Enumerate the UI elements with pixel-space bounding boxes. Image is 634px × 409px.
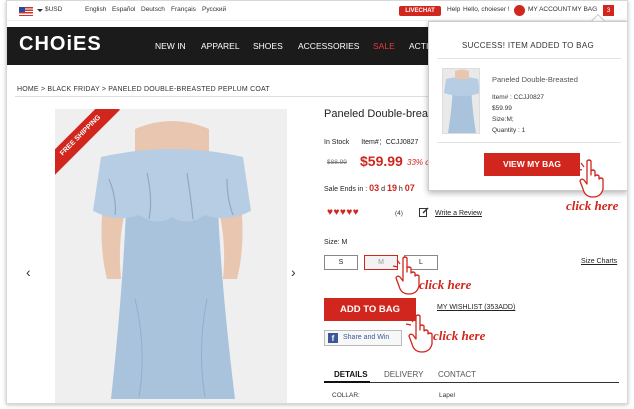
nav-new-in[interactable]: NEW IN bbox=[155, 41, 186, 51]
help-link[interactable]: Help bbox=[447, 6, 460, 13]
product-tabs: DETAILS DELIVERY CONTACT bbox=[324, 367, 619, 383]
rating-hearts: ♥♥♥♥♥ bbox=[327, 207, 360, 218]
click-here-label: click here bbox=[419, 277, 472, 292]
active-tab-indicator bbox=[324, 381, 370, 383]
discount-label: 33% o bbox=[407, 158, 430, 167]
stock-status: In Stock Item#：CCJJ0827 bbox=[324, 137, 418, 147]
tab-details[interactable]: DETAILS bbox=[334, 370, 368, 379]
share-label: Share and Win bbox=[343, 334, 390, 341]
sale-ends-label: Sale Ends in : bbox=[324, 186, 368, 193]
lang-russian[interactable]: Русский bbox=[202, 6, 226, 13]
livechat-button[interactable]: LIVECHAT bbox=[399, 6, 441, 16]
lang-deutsch[interactable]: Deutsch bbox=[141, 6, 165, 13]
wishlist-link[interactable]: MY WISHLIST (353ADD) bbox=[437, 304, 515, 311]
tab-contact[interactable]: CONTACT bbox=[438, 370, 476, 379]
my-bag-link[interactable]: MY BAG bbox=[572, 6, 597, 13]
currency-selector[interactable]: $USD bbox=[45, 6, 62, 13]
share-button[interactable]: f Share and Win bbox=[324, 330, 402, 346]
divider bbox=[15, 96, 445, 97]
chevron-right-icon[interactable]: › bbox=[291, 264, 296, 280]
divider bbox=[437, 142, 621, 143]
detail-value: Lapel bbox=[439, 392, 455, 399]
popup-product-thumbnail[interactable] bbox=[442, 68, 480, 134]
my-account-link[interactable]: MY ACCOUNT bbox=[528, 6, 571, 13]
countdown-days: 03 bbox=[369, 183, 380, 193]
hand-pointer-icon bbox=[576, 159, 604, 198]
edit-icon[interactable] bbox=[419, 207, 429, 217]
divider bbox=[437, 58, 621, 59]
nav-sale[interactable]: SALE bbox=[373, 41, 395, 51]
view-my-bag-button[interactable]: VIEW MY BAG bbox=[484, 153, 580, 176]
choies-logo[interactable]: CHOiES bbox=[19, 33, 102, 56]
product-image[interactable]: FREE SHIPPING bbox=[55, 109, 287, 403]
popup-quantity: Quantity : 1 bbox=[492, 127, 526, 134]
greeting-text: Hello, choieser ! bbox=[463, 6, 510, 13]
product-title: Paneled Double-breas bbox=[324, 108, 434, 120]
popup-price: $59.99 bbox=[492, 105, 512, 112]
popup-size: Size:M; bbox=[492, 116, 514, 123]
dress-thumbnail-image bbox=[444, 69, 479, 133]
popup-title: SUCCESS! ITEM ADDED TO BAG bbox=[462, 41, 594, 50]
chevron-left-icon[interactable]: ‹ bbox=[26, 264, 31, 280]
add-to-bag-button[interactable]: ADD TO BAG bbox=[324, 298, 416, 321]
nav-shoes[interactable]: SHOES bbox=[253, 41, 283, 51]
item-number: Item#：CCJJ0827 bbox=[361, 139, 419, 146]
facebook-icon: f bbox=[328, 333, 338, 343]
account-icon[interactable] bbox=[514, 5, 525, 16]
nav-apparel[interactable]: APPAREL bbox=[201, 41, 240, 51]
popup-item-number: Item# : CCJJ0827 bbox=[492, 94, 545, 101]
size-charts-link[interactable]: Size Charts bbox=[581, 258, 617, 265]
countdown-hours: 19 bbox=[386, 183, 397, 193]
size-s-button[interactable]: S bbox=[324, 255, 358, 270]
click-here-label: click here bbox=[566, 198, 619, 213]
popup-product-name[interactable]: Paneled Double-Breasted bbox=[492, 75, 578, 84]
nav-accessories[interactable]: ACCESSORIES bbox=[298, 41, 359, 51]
original-price: $88.99 bbox=[327, 159, 347, 166]
detail-key: COLLAR: bbox=[332, 392, 360, 399]
review-count: (4) bbox=[395, 210, 403, 217]
dress-image bbox=[93, 121, 251, 399]
page-frame: $USD English Español Deutsch Français Ру… bbox=[6, 0, 628, 404]
lang-english[interactable]: English bbox=[85, 6, 106, 13]
us-flag-icon[interactable] bbox=[19, 7, 33, 16]
top-utility-bar: $USD English Español Deutsch Français Ру… bbox=[7, 1, 627, 21]
click-here-label: click here bbox=[433, 328, 486, 343]
chevron-down-icon[interactable] bbox=[37, 9, 43, 12]
sale-price: $59.99 bbox=[360, 153, 403, 169]
write-review-link[interactable]: Write a Review bbox=[435, 210, 482, 217]
tab-delivery[interactable]: DELIVERY bbox=[384, 370, 423, 379]
bag-count-badge[interactable]: 3 bbox=[603, 5, 614, 16]
lang-espanol[interactable]: Español bbox=[112, 6, 136, 13]
size-label: Size: M bbox=[324, 239, 348, 246]
nav-activity[interactable]: ACTI bbox=[409, 41, 428, 51]
in-stock-label: In Stock bbox=[324, 139, 350, 146]
sale-countdown: Sale Ends in : 03 d 19 h 07 bbox=[324, 183, 415, 193]
lang-francais[interactable]: Français bbox=[171, 6, 196, 13]
breadcrumb[interactable]: HOME > BLACK FRIDAY > PANELED DOUBLE-BRE… bbox=[17, 86, 270, 93]
countdown-minutes: 07 bbox=[404, 183, 415, 193]
